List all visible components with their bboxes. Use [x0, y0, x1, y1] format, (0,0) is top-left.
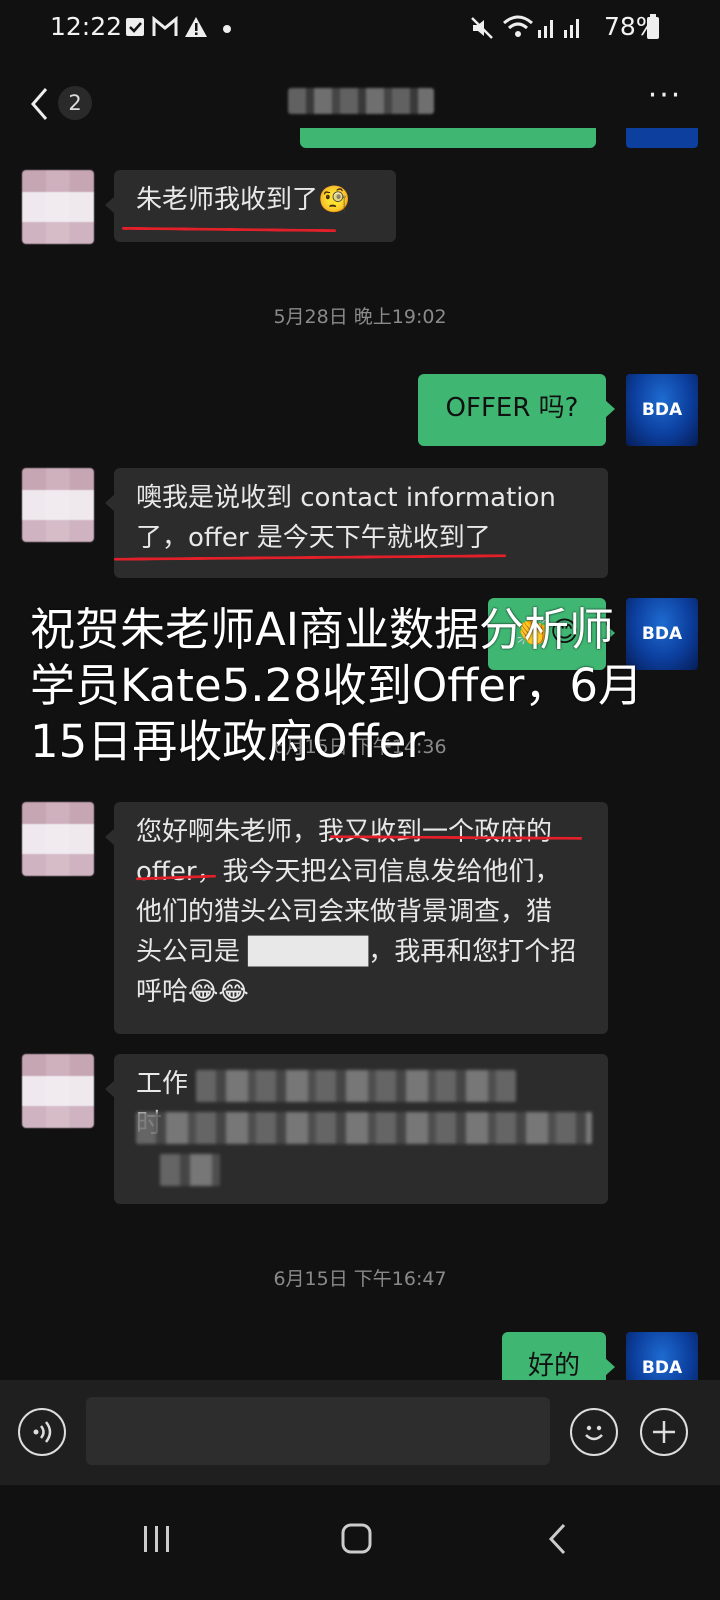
unread-count-badge: 2 — [58, 86, 92, 120]
message-line: 噢我是说收到 contact information — [136, 483, 556, 513]
redacted-text — [196, 1070, 516, 1102]
recent-apps-icon[interactable] — [140, 1524, 174, 1554]
more-actions-button[interactable] — [640, 1408, 688, 1456]
status-time: 12:22 — [50, 12, 123, 41]
redacted-text — [136, 1112, 592, 1144]
message-line: 您好啊朱老师，我又收到一个政府的 — [136, 817, 553, 847]
timestamp: 6月15日 下午16:47 — [273, 1268, 447, 1290]
message-input[interactable] — [86, 1397, 550, 1465]
smiley-icon — [585, 1425, 603, 1441]
avatar-label: BDA — [641, 400, 683, 420]
message-line: 他们的猎头公司会来做背景调查，猎 — [136, 897, 553, 927]
message-bubble-outgoing[interactable]: OFFER 吗? — [418, 374, 615, 446]
back-nav-icon[interactable] — [546, 1522, 570, 1556]
timestamp: 5月28日 晚上19:02 — [273, 306, 447, 328]
avatar-label: BDA — [641, 1358, 683, 1378]
message-text: 朱老师我收到了 — [136, 185, 319, 215]
signal-icon — [538, 20, 553, 38]
battery-icon — [647, 14, 659, 39]
mute-icon — [471, 17, 493, 39]
thinking-emoji: 🧐 — [318, 185, 351, 215]
congratulation-caption: 祝贺朱老师AI商业数据分析师 学员Kate5.28收到Offer，6月 15日再… — [30, 602, 694, 770]
home-icon[interactable] — [340, 1522, 374, 1556]
status-bar: 12:22 78% — [0, 0, 720, 58]
voice-button[interactable] — [18, 1408, 66, 1456]
contact-avatar[interactable] — [22, 170, 94, 244]
contact-avatar[interactable] — [22, 468, 94, 542]
message-bubble-incoming[interactable]: 噢我是说收到 contact information 了，offer 是今天下午… — [105, 468, 608, 578]
message-line: 头公司是 ██████，我再和您打个招 — [136, 937, 577, 967]
chevron-left-icon — [31, 88, 48, 120]
contact-avatar[interactable] — [22, 802, 94, 876]
partial-avatar — [626, 128, 698, 148]
caption-line: 15日再收政府Offer — [30, 715, 425, 768]
partial-outgoing-bubble — [300, 128, 596, 148]
caption-line: 学员Kate5.28收到Offer，6月 — [30, 659, 644, 712]
gmail-icon — [152, 16, 178, 36]
message-line: 呼哈😂😂 — [136, 977, 249, 1007]
emoji-button[interactable] — [570, 1408, 618, 1456]
my-avatar[interactable]: BDA — [626, 374, 698, 446]
message-line: offer，我今天把公司信息发给他们， — [136, 857, 561, 887]
message-text: 好的 — [527, 1351, 580, 1381]
more-button[interactable]: ··· — [640, 81, 690, 116]
message-line: 了，offer 是今天下午就收到了 — [136, 523, 491, 553]
wifi-icon — [503, 15, 533, 37]
checkbox-icon — [126, 18, 144, 36]
contact-avatar[interactable] — [22, 1054, 94, 1128]
plus-icon — [653, 1421, 675, 1443]
redacted-text — [160, 1154, 220, 1186]
signal-icon-2 — [564, 19, 579, 38]
voice-icon — [33, 1421, 52, 1443]
caption-line: 祝贺朱老师AI商业数据分析师 — [30, 603, 615, 656]
dot-icon — [223, 25, 231, 33]
warning-icon — [185, 17, 207, 37]
chat-title-redacted — [288, 88, 434, 114]
message-text: OFFER 吗? — [445, 393, 579, 423]
